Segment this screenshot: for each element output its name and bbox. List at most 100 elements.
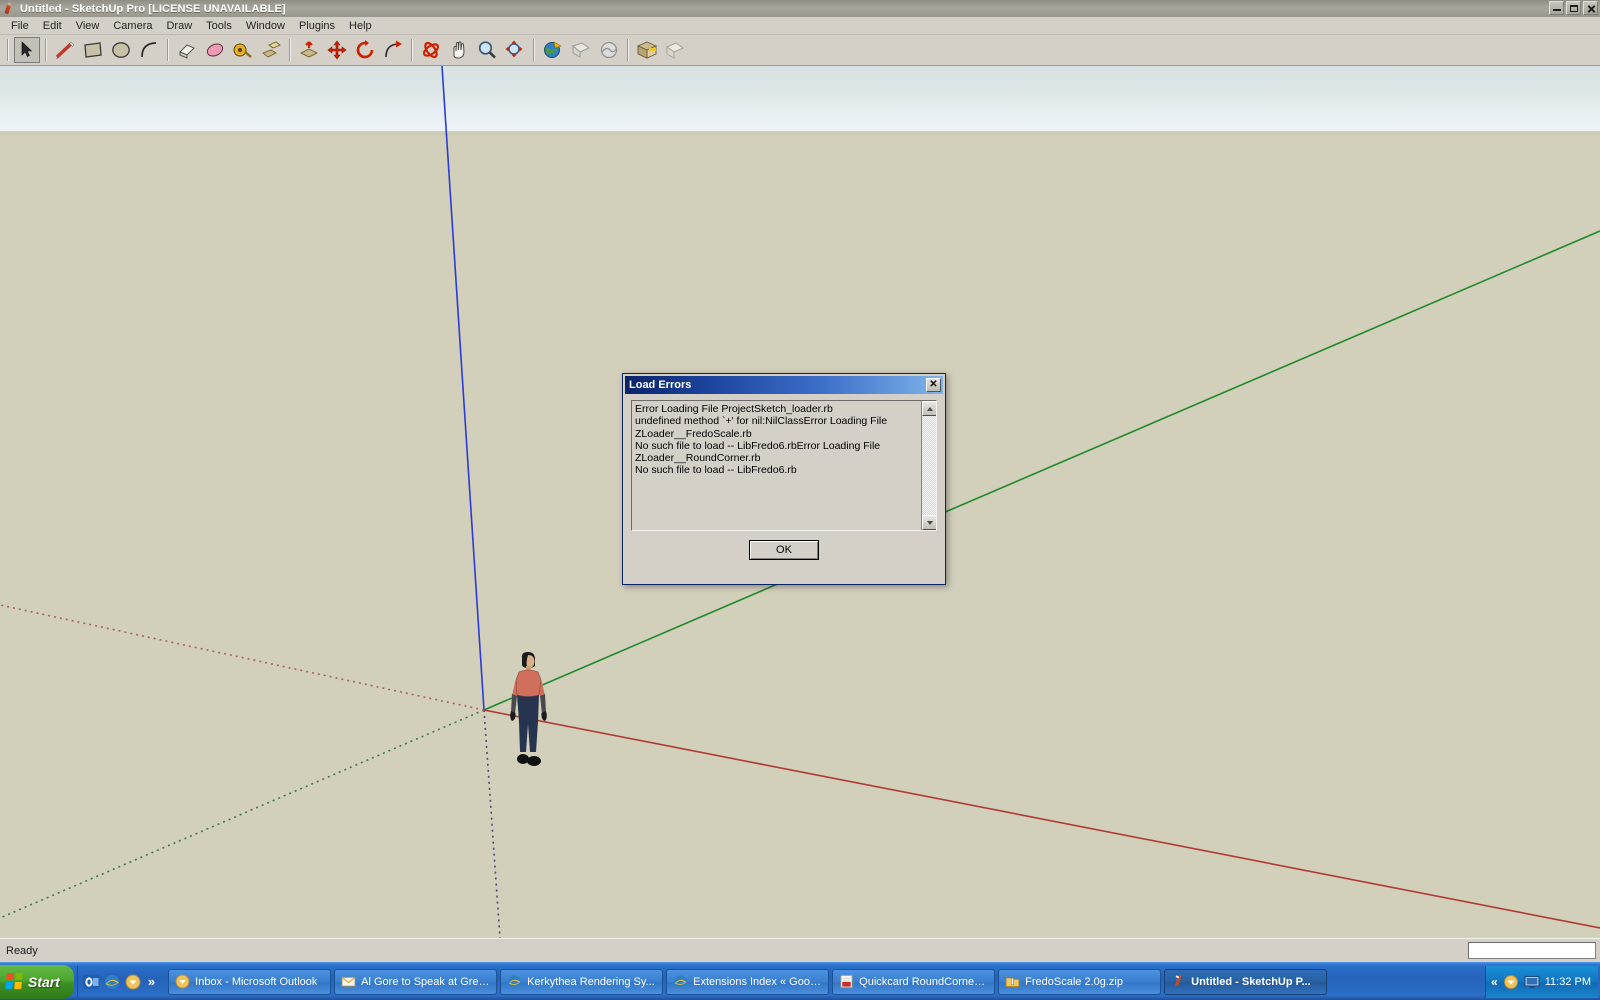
task-button-fredoscale-zip[interactable]: FredoScale 2.0g.zip xyxy=(998,968,1162,995)
menu-item-camera[interactable]: Camera xyxy=(106,18,159,34)
dialog-body: Error Loading File ProjectSketch_loader.… xyxy=(623,394,945,568)
taskbar-clock[interactable]: 11:32 PM xyxy=(1545,976,1591,988)
orbit-tool-button[interactable] xyxy=(418,37,444,63)
task-button-label: Al Gore to Speak at Gree... xyxy=(361,975,491,988)
sketchup-application-window: Untitled - SketchUp Pro [LICENSE UNAVAIL… xyxy=(0,0,1600,1000)
task-button-label: FredoScale 2.0g.zip xyxy=(1025,975,1123,988)
circle-tool-button[interactable] xyxy=(108,37,134,63)
close-button[interactable] xyxy=(1583,1,1598,15)
menu-item-plugins[interactable]: Plugins xyxy=(292,18,342,34)
pdf-icon xyxy=(840,974,853,989)
menu-item-tools[interactable]: Tools xyxy=(199,18,239,34)
main-toolbar xyxy=(0,35,1600,66)
red-axis-positive xyxy=(483,709,1600,929)
task-button-label: Extensions Index « Goog... xyxy=(693,975,823,988)
toolbar-separator xyxy=(7,39,9,61)
quick-launch-bar: » xyxy=(76,965,162,998)
toolbar-separator xyxy=(411,39,413,61)
internet-explorer-icon xyxy=(508,975,521,988)
task-button-kerkythea[interactable]: Kerkythea Rendering Sy... xyxy=(500,968,664,995)
start-button[interactable]: Start xyxy=(0,964,74,999)
window-titlebar: Untitled - SketchUp Pro [LICENSE UNAVAIL… xyxy=(0,0,1600,17)
offset-tool-button[interactable] xyxy=(296,37,322,63)
menu-item-view[interactable]: View xyxy=(69,18,107,34)
rotate-tool-button[interactable] xyxy=(352,37,378,63)
zoom-extents-tool-button[interactable] xyxy=(502,37,528,63)
shortcut-tray-icon[interactable] xyxy=(1503,974,1519,990)
toggle-terrain-tool-button[interactable] xyxy=(596,37,622,63)
task-button-sketchup-active[interactable]: Untitled - SketchUp P... xyxy=(1164,968,1328,995)
error-message-text: Error Loading File ProjectSketch_loader.… xyxy=(635,403,888,477)
toolbar-separator xyxy=(167,39,169,61)
move-tool-button[interactable] xyxy=(324,37,350,63)
scroll-up-arrow-icon[interactable] xyxy=(922,401,936,416)
toolbar-separator xyxy=(45,39,47,61)
status-text: Ready xyxy=(6,944,38,957)
dialog-titlebar: Load Errors ✕ xyxy=(625,376,943,394)
dialog-close-icon[interactable]: ✕ xyxy=(926,378,941,392)
outlook-quicklaunch-icon[interactable] xyxy=(82,973,100,991)
place-model-tool-button[interactable] xyxy=(568,37,594,63)
task-button-quickcard-roundcorner[interactable]: Quickcard RoundCorner ... xyxy=(832,968,996,995)
line-pencil-tool-button[interactable] xyxy=(52,37,78,63)
error-message-textarea[interactable]: Error Loading File ProjectSketch_loader.… xyxy=(631,400,937,531)
tray-expand-chevron-icon[interactable]: « xyxy=(1491,975,1498,989)
scale-figure-person[interactable] xyxy=(503,652,553,774)
red-axis-negative xyxy=(0,604,485,711)
tape-measure-tool-button[interactable] xyxy=(230,37,256,63)
menu-item-file[interactable]: File xyxy=(4,18,36,34)
get-models-3dwarehouse-tool-button[interactable] xyxy=(634,37,660,63)
internet-explorer-quicklaunch-icon[interactable] xyxy=(103,973,121,991)
pan-hand-tool-button[interactable] xyxy=(446,37,472,63)
toolbar-separator xyxy=(533,39,535,61)
zoom-tool-button[interactable] xyxy=(474,37,500,63)
task-button-label: Untitled - SketchUp P... xyxy=(1191,975,1311,988)
quick-launch-overflow-chevron[interactable]: » xyxy=(145,974,158,989)
menu-item-window[interactable]: Window xyxy=(239,18,292,34)
paint-bucket-tool-button[interactable] xyxy=(202,37,228,63)
window-title: Untitled - SketchUp Pro [LICENSE UNAVAIL… xyxy=(20,2,286,15)
start-button-label: Start xyxy=(28,973,60,990)
minimize-button[interactable] xyxy=(1549,1,1564,15)
task-button-label: Inbox - Microsoft Outlook xyxy=(195,975,318,988)
dialog-title: Load Errors xyxy=(629,379,692,391)
task-button-al-gore-message[interactable]: Al Gore to Speak at Gree... xyxy=(334,968,498,995)
task-button-inbox-outlook[interactable]: Inbox - Microsoft Outlook xyxy=(168,968,332,995)
windows-flag-icon xyxy=(5,973,24,990)
push-pull-tool-button[interactable] xyxy=(258,37,284,63)
task-button-label: Quickcard RoundCorner ... xyxy=(859,975,989,988)
ok-button[interactable]: OK xyxy=(749,540,819,560)
maximize-button[interactable] xyxy=(1566,1,1581,15)
window-controls xyxy=(1549,1,1598,15)
toolbar-separator xyxy=(627,39,629,61)
select-arrow-tool-button[interactable] xyxy=(14,37,40,63)
get-current-view-globe-tool-button[interactable] xyxy=(540,37,566,63)
dialog-footer: OK xyxy=(631,540,937,560)
arc-tool-button[interactable] xyxy=(136,37,162,63)
share-model-tool-button[interactable] xyxy=(662,37,688,63)
green-axis-negative xyxy=(0,709,485,919)
follow-me-tool-button[interactable] xyxy=(380,37,406,63)
menubar: File Edit View Camera Draw Tools Window … xyxy=(0,17,1600,35)
mail-message-icon xyxy=(341,976,356,987)
rectangle-tool-button[interactable] xyxy=(80,37,106,63)
statusbar: Ready xyxy=(0,938,1600,962)
taskbar-task-list: Inbox - Microsoft Outlook Al Gore to Spe… xyxy=(168,966,1485,998)
task-button-label: Kerkythea Rendering Sy... xyxy=(527,975,655,988)
system-tray: « 11:32 PM xyxy=(1485,965,1598,998)
menu-item-draw[interactable]: Draw xyxy=(159,18,199,34)
error-textarea-scrollbar[interactable] xyxy=(921,401,936,530)
eraser-tool-button[interactable] xyxy=(174,37,200,63)
menu-item-help[interactable]: Help xyxy=(342,18,379,34)
measurements-value-control-box[interactable] xyxy=(1468,942,1596,959)
shortcut-quicklaunch-icon[interactable] xyxy=(124,973,142,991)
internet-explorer-icon xyxy=(674,975,687,988)
blue-axis-negative xyxy=(483,709,501,938)
toolbar-separator xyxy=(289,39,291,61)
sketchup-pencil-icon xyxy=(3,2,17,16)
load-errors-dialog[interactable]: Load Errors ✕ Error Loading File Project… xyxy=(622,373,946,585)
scroll-down-arrow-icon[interactable] xyxy=(922,515,936,530)
menu-item-edit[interactable]: Edit xyxy=(36,18,69,34)
task-button-extensions-index[interactable]: Extensions Index « Goog... xyxy=(666,968,830,995)
display-monitor-tray-icon[interactable] xyxy=(1524,974,1540,990)
